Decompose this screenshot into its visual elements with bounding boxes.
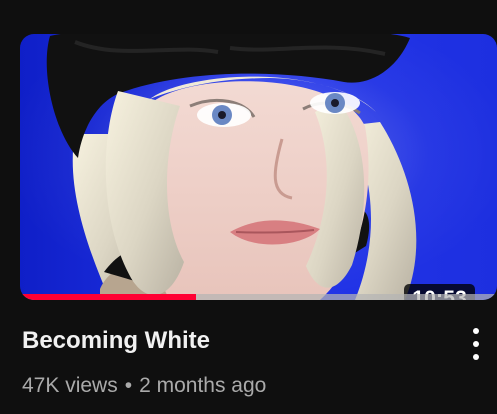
more-options-button[interactable] [464,326,488,362]
metadata-separator: • [124,374,133,397]
view-count: 47K views [22,374,118,397]
watch-progress-track [20,294,497,300]
more-vert-icon [473,328,479,334]
video-metadata: 47K views • 2 months ago [22,373,266,399]
more-vert-icon [473,341,479,347]
video-title[interactable]: Becoming White [22,326,442,356]
publish-age: 2 months ago [139,374,267,397]
video-card[interactable]: 10:53 Becoming White 47K views • 2 months … [0,0,497,414]
thumbnail-image [20,34,497,300]
more-vert-icon [473,354,479,360]
watch-progress-fill [20,294,197,300]
video-thumbnail[interactable]: 10:53 [20,34,497,300]
